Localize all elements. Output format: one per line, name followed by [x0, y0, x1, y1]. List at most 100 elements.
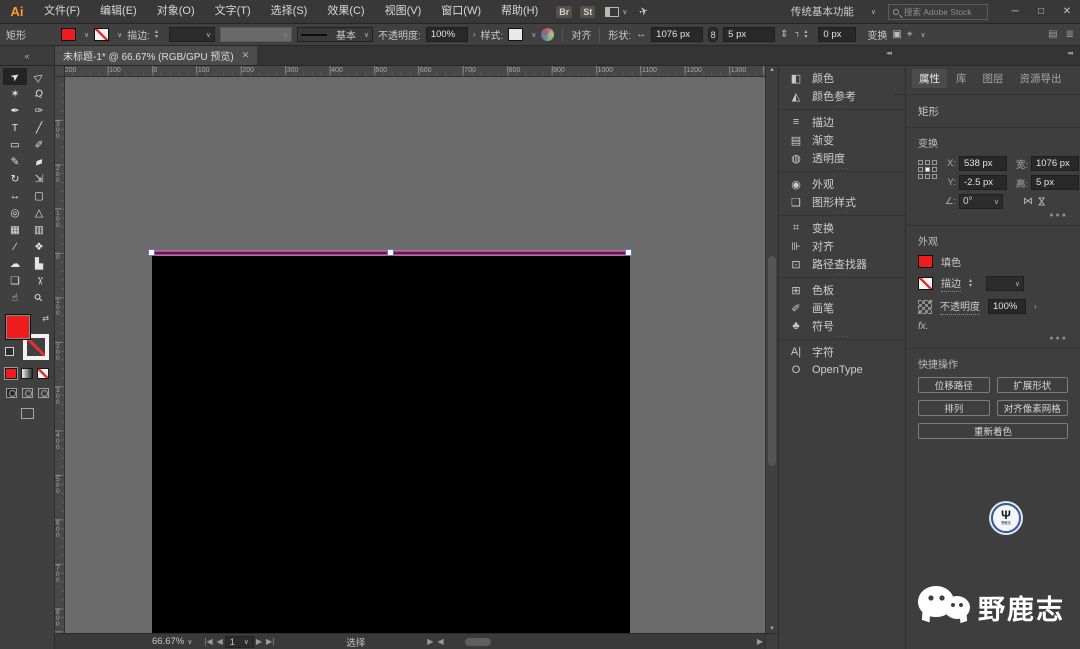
menu-help[interactable]: 帮助(H) [491, 0, 548, 23]
quick-action-button[interactable]: 对齐像素网格 [996, 400, 1068, 416]
brushes-panel-item[interactable]: ✐ 画笔 [779, 299, 905, 317]
slice-tool[interactable]: ✂ [27, 272, 51, 289]
shape-width-field[interactable]: 1076 px [651, 27, 704, 42]
gradient-tool[interactable]: ▥ [27, 221, 51, 238]
swatches-panel-item[interactable]: ⊞ 色板 [779, 281, 905, 299]
opacity-options-icon[interactable]: › [1034, 302, 1037, 311]
selection-handle-right[interactable] [625, 249, 632, 256]
fill-swatch[interactable] [918, 255, 933, 268]
dock-grid-icon[interactable]: ▤ [1048, 29, 1057, 40]
rectangle-tool[interactable]: ▭ [3, 136, 27, 153]
fill-color-proxy[interactable] [5, 314, 31, 340]
rotate-tool[interactable]: ↻ [3, 170, 27, 187]
chevron-down-icon[interactable]: ∨ [84, 31, 89, 39]
first-artboard-icon[interactable]: |◀ [204, 637, 212, 646]
reference-point-selector[interactable] [918, 160, 937, 179]
stock-search-input[interactable]: 搜索 Adobe Stock [888, 3, 988, 20]
menu-type[interactable]: 文字(T) [205, 0, 261, 23]
shape-height-field[interactable]: 5 px [723, 27, 776, 42]
gradient-panel-item[interactable]: ▤ 渐变 [779, 131, 905, 149]
width-tool[interactable]: ↔ [3, 187, 27, 204]
selection-tool[interactable]: ➤ [3, 68, 27, 85]
stroke-swatch[interactable] [918, 277, 933, 290]
more-options-icon[interactable]: ●●● [918, 335, 1068, 342]
transform-panel-item[interactable]: ⌗ 变换 [779, 219, 905, 237]
artboard-tool[interactable]: ❏ [3, 272, 27, 289]
stroke-weight-stepper[interactable]: ▴ ▾ [969, 276, 978, 291]
character-panel-item[interactable]: A| 字符 [779, 343, 905, 361]
selection-handle-center[interactable] [387, 249, 394, 256]
symbol-sprayer-tool[interactable]: ☁ [3, 255, 27, 272]
stroke-weight-select[interactable]: ∨ [169, 27, 216, 42]
pen-tool[interactable]: ✒ [3, 102, 27, 119]
menu-view[interactable]: 视图(V) [375, 0, 432, 23]
corner-radius-field[interactable]: 0 px [818, 27, 857, 42]
opacity-label[interactable]: 不透明度 [940, 298, 980, 315]
bridge-badge-icon[interactable]: Br [556, 5, 573, 18]
scroll-left-icon[interactable]: ◀ [437, 637, 443, 646]
shaper-tool[interactable]: ✎ [3, 153, 27, 170]
transform-button[interactable]: 变换 [867, 27, 887, 42]
opentype-panel-item[interactable]: O OpenType [779, 361, 905, 379]
stroke-weight-select[interactable]: ∨ [986, 276, 1024, 291]
column-graph-tool[interactable]: ▙ [27, 255, 51, 272]
chevron-down-icon[interactable]: ∨ [921, 31, 926, 39]
tab-资源导出[interactable]: 资源导出 [1013, 69, 1069, 88]
tab-图层[interactable]: 图层 [976, 69, 1011, 88]
angle-select[interactable]: 0° ∨ [959, 194, 1003, 209]
isolate-icon[interactable]: ▣ [892, 29, 901, 40]
stroke-weight-stepper[interactable]: ▴ ▾ [155, 27, 164, 42]
close-tab-icon[interactable]: ✕ [242, 50, 250, 61]
chevron-down-icon[interactable]: ∨ [871, 8, 876, 16]
link-dimensions-icon[interactable]: 8 [708, 27, 719, 42]
eyedropper-tool[interactable]: ∕ [3, 238, 27, 255]
quick-action-button[interactable]: 位移路径 [918, 377, 990, 393]
opacity-field[interactable]: 100% [988, 299, 1026, 314]
opacity-field[interactable]: 100% [425, 27, 468, 42]
free-transform-tool[interactable]: ▢ [27, 187, 51, 204]
height-field[interactable]: 5 px [1031, 175, 1079, 190]
vertical-scrollbar[interactable]: ▲ ▼ [765, 66, 778, 633]
horizontal-scrollbar[interactable] [449, 637, 752, 647]
quick-action-button[interactable]: 重新着色 [918, 423, 1068, 439]
artboard-number-field[interactable]: 1 ∨ [224, 635, 254, 648]
appearance-panel-item[interactable]: ◉ 外观 [779, 175, 905, 193]
close-button[interactable]: ✕ [1054, 0, 1080, 23]
selection-handle-left[interactable] [148, 249, 155, 256]
quick-action-button[interactable]: 扩展形状 [996, 377, 1068, 393]
fill-swatch[interactable] [61, 28, 76, 41]
dock-collapse-icon[interactable]: ◂◂ [886, 49, 892, 57]
horizontal-scroll-thumb[interactable] [464, 637, 491, 646]
align-menu-label[interactable]: 对齐 [571, 27, 591, 42]
corner-radius-stepper[interactable]: ▴ ▾ [804, 27, 813, 42]
next-artboard-icon[interactable]: ▶ [256, 637, 262, 646]
width-profile-select[interactable]: ∨ [220, 27, 293, 42]
ruler-origin-corner[interactable] [55, 66, 65, 77]
x-field[interactable]: 538 px [959, 156, 1007, 171]
change-screen-mode-button[interactable] [20, 408, 34, 419]
lasso-tool[interactable]: Ω [27, 85, 51, 102]
color-button[interactable] [5, 368, 17, 379]
status-expand-icon[interactable]: ▶ [427, 637, 433, 646]
draw-normal-button[interactable] [5, 388, 17, 398]
mesh-tool[interactable]: ▦ [3, 221, 27, 238]
zoom-dropdown-icon[interactable]: ∨ [187, 638, 192, 646]
draw-inside-button[interactable] [37, 388, 49, 398]
scroll-down-icon[interactable]: ▼ [766, 626, 778, 632]
curvature-tool[interactable]: ✑ [27, 102, 51, 119]
recolor-artwork-icon[interactable] [541, 28, 555, 41]
maximize-button[interactable]: □ [1028, 0, 1054, 23]
vertical-scroll-thumb[interactable] [768, 256, 776, 466]
stock-badge-icon[interactable]: St [580, 5, 596, 18]
tab-属性[interactable]: 属性 [912, 69, 947, 88]
chevron-down-icon[interactable]: ∨ [531, 31, 536, 39]
black-rectangle-shape[interactable] [152, 255, 630, 633]
canvas[interactable]: 200 100 0 100 200 300 400 500 600 700 800 900 1000 11… [55, 66, 765, 633]
fill-label[interactable]: 填色 [941, 254, 961, 269]
style-swatch[interactable] [508, 28, 524, 41]
perspective-grid-tool[interactable]: △ [27, 204, 51, 221]
swap-fill-stroke-icon[interactable]: ⇄ [42, 314, 49, 323]
prev-artboard-icon[interactable]: ◀ [217, 637, 223, 646]
color-panel-item[interactable]: ◧ 颜色 [779, 69, 905, 87]
menu-object[interactable]: 对象(O) [147, 0, 205, 23]
